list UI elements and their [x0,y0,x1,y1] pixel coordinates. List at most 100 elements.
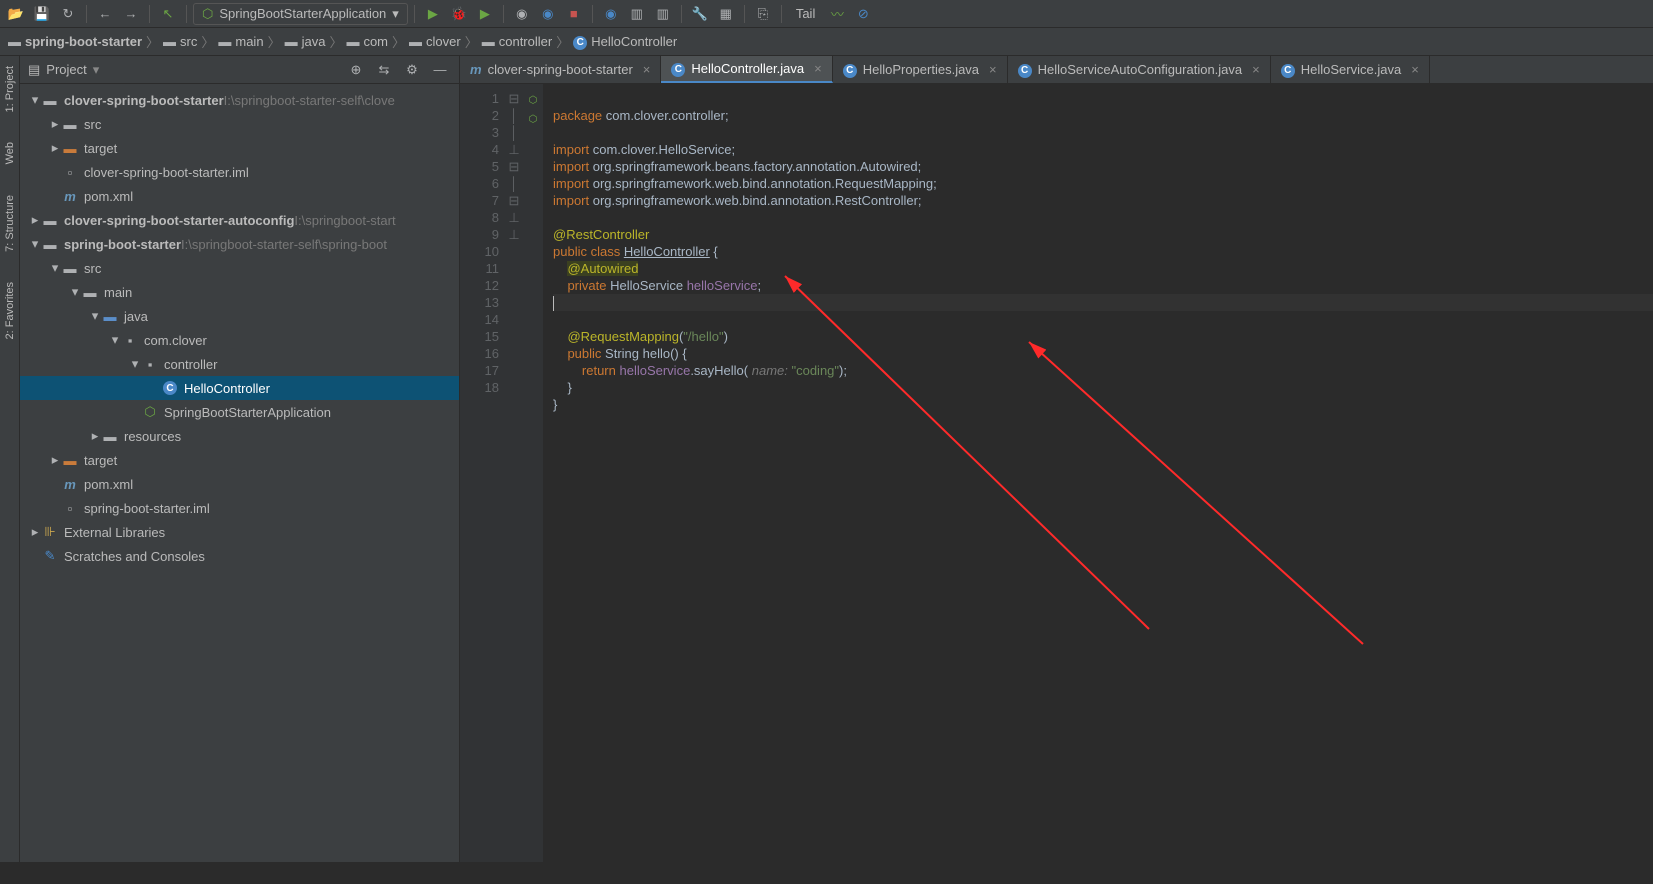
tool-icon[interactable]: ◉ [599,2,623,26]
open-icon[interactable]: 📂 [4,2,28,26]
refresh-icon[interactable]: ↻ [56,2,80,26]
tree-twistie[interactable]: ▸ [88,428,102,444]
breadcrumb-item[interactable]: ▬com [346,34,388,49]
breadcrumb-item[interactable]: ▬clover [409,34,461,49]
tree-row[interactable]: ▸▬target [20,448,459,472]
tree-row[interactable]: mpom.xml [20,472,459,496]
tab-label: HelloController.java [691,61,804,76]
folder-icon: ▬ [163,34,176,49]
close-icon[interactable]: × [1252,62,1260,77]
layout-icon[interactable]: ▥ [625,2,649,26]
code-content[interactable]: package com.clover.controller; import co… [543,84,1653,862]
gear-icon[interactable]: ⚙ [401,59,423,81]
tree-row[interactable]: ▾▬main [20,280,459,304]
tree-twistie[interactable]: ▾ [68,284,82,300]
layout2-icon[interactable]: ▥ [651,2,675,26]
tree-row[interactable]: ▸▬target [20,136,459,160]
separator [86,5,87,23]
tree-row[interactable]: ▾▪com.clover [20,328,459,352]
tree-row[interactable]: ▸▬clover-spring-boot-starter-autoconfig … [20,208,459,232]
tree-row[interactable]: ⬡SpringBootStarterApplication [20,400,459,424]
redo-icon[interactable]: → [119,2,143,26]
tree-row[interactable]: ▾▬clover-spring-boot-starter I:\springbo… [20,88,459,112]
close-icon[interactable]: × [1411,62,1419,77]
close-icon[interactable]: × [814,61,822,76]
cancel-icon[interactable]: ⊘ [851,2,875,26]
breadcrumb-separator: 〉 [392,32,405,51]
tree-row[interactable]: ▸⊪External Libraries [20,520,459,544]
tree-twistie[interactable]: ▸ [48,140,62,156]
tree-row[interactable]: mpom.xml [20,184,459,208]
tree-twistie[interactable]: ▾ [128,356,142,372]
attach-icon[interactable]: ◉ [536,2,560,26]
vcs-icon[interactable]: ⎘ [751,2,775,26]
stop-icon[interactable]: ■ [562,2,586,26]
breadcrumb-item[interactable]: ▬main [218,34,263,49]
tree-row[interactable]: ▸▬resources [20,424,459,448]
tree-twistie[interactable]: ▾ [28,92,42,108]
editor-tab[interactable]: CHelloServiceAutoConfiguration.java× [1008,56,1271,83]
folder-icon: ▬ [218,34,231,49]
line-number-gutter: 123456789101112131415161718 [460,84,505,862]
breadcrumb-item[interactable]: ▬controller [482,34,552,49]
tree-row[interactable]: ✎Scratches and Consoles [20,544,459,568]
run-icon[interactable]: ▶ [421,2,445,26]
breadcrumb-item[interactable]: ▬ src [163,34,197,49]
tree-twistie[interactable]: ▾ [88,308,102,324]
editor-tabs: mclover-spring-boot-starter×CHelloContro… [460,56,1653,84]
code-editor[interactable]: 123456789101112131415161718 ⊟││⊥⊟│⊟⊥⊥ ⬡⬡… [460,84,1653,862]
tree-row[interactable]: ▾▪controller [20,352,459,376]
close-icon[interactable]: × [643,62,651,77]
breadcrumb-item[interactable]: ▬java [285,34,326,49]
tree-twistie[interactable]: ▾ [28,236,42,252]
locate-icon[interactable]: ⊕ [345,59,367,81]
tree-row[interactable]: ▾▬src [20,256,459,280]
fold-gutter[interactable]: ⊟││⊥⊟│⊟⊥⊥ [505,84,523,862]
editor-area: mclover-spring-boot-starter×CHelloContro… [460,56,1653,862]
tree-label: resources [124,429,181,444]
tree-row[interactable]: ▸▬src [20,112,459,136]
side-tab-project[interactable]: 1: Project [2,60,18,118]
breadcrumb-separator: 〉 [556,32,569,51]
tree-row[interactable]: ▫clover-spring-boot-starter.iml [20,160,459,184]
tree-row[interactable]: ▾▬java [20,304,459,328]
tree-twistie[interactable]: ▾ [48,260,62,276]
tree-row[interactable]: ▾▬spring-boot-starter I:\springboot-star… [20,232,459,256]
side-tab-web[interactable]: Web [2,136,18,170]
wrench-icon[interactable]: 🔧 [688,2,712,26]
save-icon[interactable]: 💾 [30,2,54,26]
tree-twistie[interactable]: ▸ [28,212,42,228]
debug-icon[interactable]: 🐞 [447,2,471,26]
build-icon[interactable]: ↖ [156,2,180,26]
coverage-icon[interactable]: ▶ [473,2,497,26]
chart-icon[interactable]: 〰 [825,2,849,26]
project-panel-title[interactable]: Project [46,62,86,77]
run-config-selector[interactable]: ⬡ SpringBootStarterApplication ▾ [193,3,408,25]
breadcrumb-item[interactable]: ▬spring-boot-starter [8,34,142,49]
breadcrumb-label: src [180,34,197,49]
collapse-icon[interactable]: ⇆ [373,59,395,81]
tail-label[interactable]: Tail [788,6,824,21]
side-tab-structure[interactable]: 7: Structure [2,189,18,258]
breadcrumb-item[interactable]: CHelloController [573,33,677,50]
tree-twistie[interactable]: ▸ [48,452,62,468]
editor-tab[interactable]: mclover-spring-boot-starter× [460,56,661,83]
close-icon[interactable]: × [989,62,997,77]
tree-row[interactable]: ▫spring-boot-starter.iml [20,496,459,520]
tree-twistie[interactable]: ▾ [108,332,122,348]
profiler-icon[interactable]: ◉ [510,2,534,26]
tree-twistie[interactable]: ▸ [48,116,62,132]
editor-tab[interactable]: CHelloProperties.java× [833,56,1008,83]
project-tree[interactable]: ▾▬clover-spring-boot-starter I:\springbo… [20,84,459,862]
editor-tab[interactable]: CHelloService.java× [1271,56,1430,83]
editor-tab[interactable]: CHelloController.java× [661,56,832,83]
breadcrumb-separator: 〉 [465,32,478,51]
chevron-down-icon[interactable]: ▾ [93,62,100,78]
structure-icon[interactable]: ▦ [714,2,738,26]
tree-row[interactable]: CHelloController [20,376,459,400]
undo-icon[interactable]: ← [93,2,117,26]
tree-twistie[interactable]: ▸ [28,524,42,540]
breadcrumb-separator: 〉 [146,32,159,51]
hide-icon[interactable]: — [429,59,451,81]
side-tab-favorites[interactable]: 2: Favorites [2,276,18,345]
